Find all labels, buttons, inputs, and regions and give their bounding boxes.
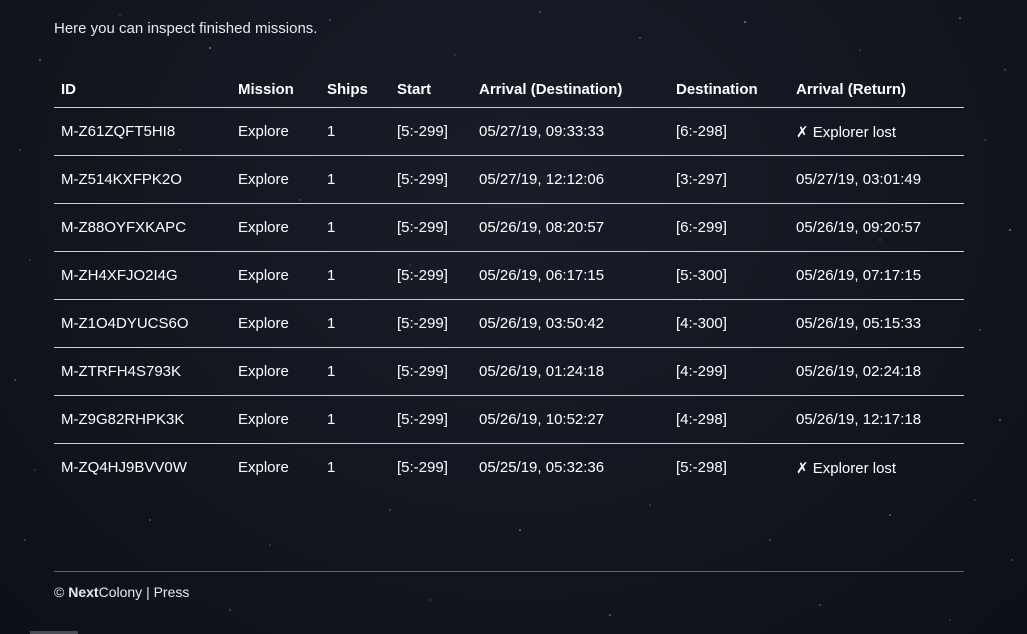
column-header-destination: Destination (669, 71, 789, 108)
cell-mission-id: M-ZTRFH4S793K (54, 347, 231, 396)
finished-missions-table: ID Mission Ships Start Arrival (Destinat… (54, 71, 964, 491)
column-header-start: Start (390, 71, 472, 108)
cell-arrival-return: 05/26/19, 12:17:18 (789, 395, 964, 444)
cell-arrival-return: 05/26/19, 07:17:15 (789, 251, 964, 300)
cell-mission-id: M-ZQ4HJ9BVV0W (61, 459, 187, 476)
cell-mission-type: Explore (231, 299, 320, 348)
cell-destination: [4:-300] (669, 299, 789, 348)
cell-mission-type: Explore (231, 203, 320, 252)
cell-destination: [6:-298] (669, 107, 789, 156)
cell-destination: [4:-299] (669, 347, 789, 396)
cell-destination: [5:-298] (676, 459, 727, 476)
cell-start: [5:-299] (390, 395, 472, 444)
cell-mission-id: M-Z61ZQFT5HI8 (54, 107, 231, 156)
intro-text: Here you can inspect finished missions. (54, 20, 318, 37)
cell-arrival-destination: 05/26/19, 10:52:27 (472, 395, 669, 444)
cell-ships: 1 (320, 203, 390, 252)
footer-divider (54, 571, 964, 572)
cell-mission-type: Explore (231, 155, 320, 204)
table-row: M-ZH4XFJO2I4G Explore 1 [5:-299] 05/26/1… (54, 251, 964, 300)
cell-arrival-destination: 05/26/19, 01:24:18 (472, 347, 669, 396)
brand-name-rest: Colony (98, 584, 143, 600)
cell-ships: 1 (320, 155, 390, 204)
cell-ships: 1 (320, 299, 390, 348)
cell-arrival-return: ✗ Explorer lost (789, 107, 964, 156)
footer: © NextColony | Press (54, 584, 189, 600)
cell-start: [5:-299] (390, 107, 472, 156)
table-row: M-ZTRFH4S793K Explore 1 [5:-299] 05/26/1… (54, 347, 964, 396)
table-row: M-Z88OYFXKAPC Explore 1 [5:-299] 05/26/1… (54, 203, 964, 252)
column-header-arrival-destination: Arrival (Destination) (472, 71, 669, 108)
cell-ships: 1 (320, 107, 390, 156)
cell-start: [5:-299] (390, 155, 472, 204)
cell-start: [5:-299] (390, 347, 472, 396)
cell-mission-type: Explore (231, 251, 320, 300)
cell-mission-id: M-Z1O4DYUCS6O (54, 299, 231, 348)
cell-arrival-return: ✗ Explorer lost (796, 459, 897, 477)
copyright-symbol: © (54, 584, 65, 600)
cell-ships: 1 (327, 459, 336, 476)
cell-ships: 1 (320, 251, 390, 300)
table-row: M-ZQ4HJ9BVV0W Explore 1 [5:-299] 05/25/1… (54, 444, 964, 492)
cell-arrival-destination: 05/26/19, 06:17:15 (472, 251, 669, 300)
press-link[interactable]: Press (154, 584, 190, 600)
column-header-mission: Mission (231, 71, 320, 108)
cell-mission-type: Explore (231, 107, 320, 156)
cell-destination: [3:-297] (669, 155, 789, 204)
cell-mission-id: M-Z514KXFPK2O (54, 155, 231, 204)
cell-ships: 1 (320, 347, 390, 396)
cell-ships: 1 (320, 395, 390, 444)
cell-arrival-destination: 05/26/19, 08:20:57 (472, 203, 669, 252)
cell-mission-type: Explore (238, 459, 289, 476)
column-header-id: ID (54, 71, 231, 108)
cell-mission-type: Explore (231, 347, 320, 396)
cell-arrival-destination: 05/26/19, 03:50:42 (472, 299, 669, 348)
cell-arrival-destination: 05/25/19, 05:32:36 (479, 459, 605, 476)
column-header-arrival-return: Arrival (Return) (789, 71, 964, 108)
cell-arrival-destination: 05/27/19, 12:12:06 (472, 155, 669, 204)
cell-start: [5:-299] (390, 299, 472, 348)
cell-destination: [6:-299] (669, 203, 789, 252)
cell-mission-type: Explore (231, 395, 320, 444)
cell-arrival-return: 05/26/19, 02:24:18 (789, 347, 964, 396)
cell-arrival-return: 05/27/19, 03:01:49 (789, 155, 964, 204)
cell-start: [5:-299] (390, 203, 472, 252)
table-row: M-Z61ZQFT5HI8 Explore 1 [5:-299] 05/27/1… (54, 107, 964, 156)
cell-destination: [4:-298] (669, 395, 789, 444)
cell-arrival-destination: 05/27/19, 09:33:33 (472, 107, 669, 156)
cell-start: [5:-299] (390, 251, 472, 300)
table-row: M-Z9G82RHPK3K Explore 1 [5:-299] 05/26/1… (54, 395, 964, 444)
table-header-row: ID Mission Ships Start Arrival (Destinat… (54, 71, 964, 108)
footer-separator: | (146, 584, 150, 600)
cell-destination: [5:-300] (669, 251, 789, 300)
table-row: M-Z1O4DYUCS6O Explore 1 [5:-299] 05/26/1… (54, 299, 964, 348)
cell-mission-id: M-ZH4XFJO2I4G (54, 251, 231, 300)
cell-start: [5:-299] (397, 459, 448, 476)
cell-mission-id: M-Z88OYFXKAPC (54, 203, 231, 252)
cell-mission-id: M-Z9G82RHPK3K (54, 395, 231, 444)
cell-arrival-return: 05/26/19, 09:20:57 (789, 203, 964, 252)
brand-name-bold: Next (68, 584, 99, 600)
table-row: M-Z514KXFPK2O Explore 1 [5:-299] 05/27/1… (54, 155, 964, 204)
column-header-ships: Ships (320, 71, 390, 108)
cell-arrival-return: 05/26/19, 05:15:33 (789, 299, 964, 348)
